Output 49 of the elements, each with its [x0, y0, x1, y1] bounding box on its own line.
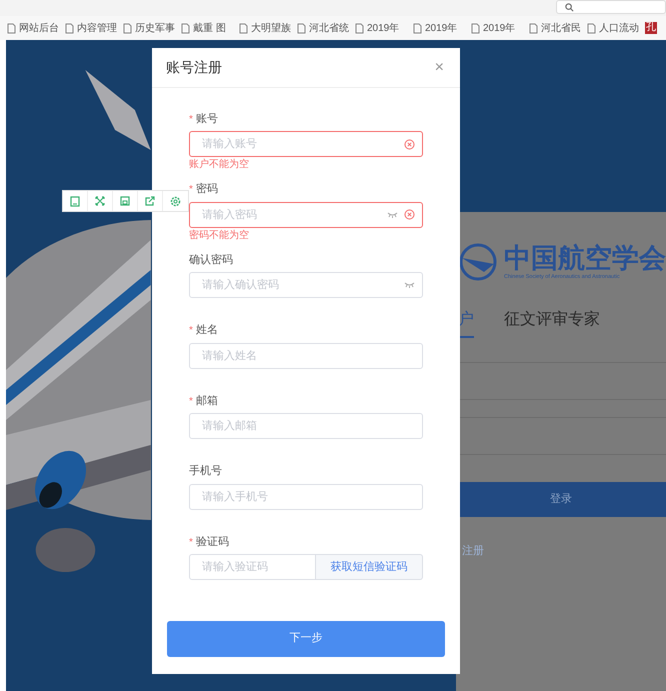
bookmark-item[interactable]: 人口流动: [599, 20, 639, 36]
required-mark: *: [189, 183, 193, 197]
search-field[interactable]: [556, 0, 666, 14]
page-icon: [7, 22, 16, 34]
dialog-title: 账号注册: [166, 58, 222, 77]
required-mark: *: [189, 112, 193, 126]
clear-icon[interactable]: [404, 138, 415, 150]
page-icon: [529, 22, 538, 34]
page-icon: [471, 22, 480, 34]
bookmark-item[interactable]: 河北省民: [541, 20, 581, 36]
page-icon: [239, 22, 248, 34]
required-mark: *: [189, 324, 193, 338]
input-field[interactable]: 请输入密码: [189, 202, 423, 228]
field-label: 确认密码: [189, 252, 233, 268]
bookmark-item[interactable]: 大明望族: [251, 20, 291, 36]
field-label: 账号: [196, 112, 218, 127]
logo-icon: [458, 242, 498, 282]
bookmark-icon[interactable]: 孔: [645, 22, 657, 34]
field-label: 验证码: [196, 534, 229, 550]
field-label: 手机号: [189, 464, 222, 480]
bookmark-item[interactable]: 2019年: [367, 20, 400, 36]
bookmark-item[interactable]: 网站后台: [19, 20, 59, 36]
field-label: 邮箱: [196, 394, 218, 409]
clear-icon[interactable]: [404, 209, 415, 220]
page-icon: [587, 22, 596, 34]
error-message: 密码不能为空: [189, 230, 249, 242]
input-field[interactable]: 请输入账号: [189, 131, 423, 157]
bookmark-item[interactable]: 河北省统: [309, 20, 349, 36]
page-icon: [355, 22, 364, 34]
error-message: 账户不能为空: [189, 159, 249, 171]
field-label: 姓名: [196, 323, 218, 338]
get-code-button[interactable]: 获取短信验证码: [316, 554, 423, 580]
page-icon: [65, 22, 74, 34]
bookmark-item[interactable]: 戴重 图: [193, 20, 226, 36]
bookmark-item[interactable]: 2019年: [425, 20, 458, 36]
field-label: 密码: [196, 182, 218, 198]
bookmark-item[interactable]: 历史军事: [135, 20, 175, 36]
eye-closed-icon[interactable]: [387, 212, 398, 218]
required-mark: *: [189, 536, 193, 550]
page-icon: [413, 22, 422, 34]
required-mark: *: [189, 394, 193, 408]
page-icon: [297, 22, 306, 34]
page-icon: [181, 22, 190, 34]
eye-closed-icon[interactable]: [404, 282, 415, 288]
bookmark-item[interactable]: 2019年: [483, 20, 516, 36]
bookmark-item[interactable]: 内容管理: [77, 20, 117, 36]
page-icon: [123, 22, 132, 34]
search-icon: [565, 2, 574, 12]
logo-title: 中国航空学会: [504, 243, 666, 273]
